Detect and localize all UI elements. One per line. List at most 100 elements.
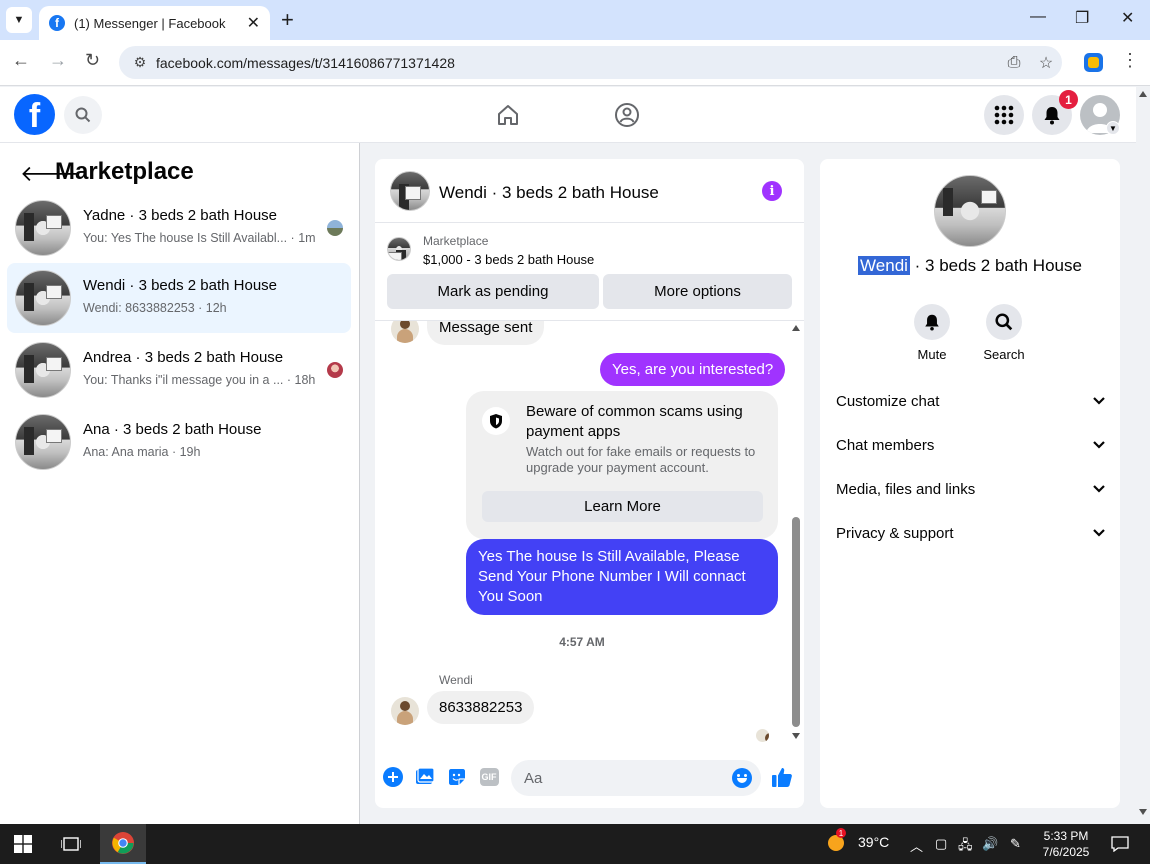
chrome-taskbar-icon[interactable] (100, 824, 146, 864)
search-icon (986, 304, 1022, 340)
volume-icon[interactable]: 🔊 (982, 836, 998, 852)
info-icon[interactable]: i (762, 181, 782, 201)
listing-avatar (15, 414, 71, 470)
more-options-button[interactable]: More options (603, 274, 792, 309)
learn-more-button[interactable]: Learn More (482, 491, 763, 522)
meet-now-icon[interactable]: ▢ (935, 836, 947, 852)
details-title-rest: · 3 beds 2 bath House (909, 256, 1082, 275)
mute-button[interactable]: Mute (902, 304, 962, 362)
menu-grid-button[interactable] (984, 95, 1024, 135)
chat-preview: Ana: Ana maria · 19h (83, 445, 201, 459)
thumbs-up-icon[interactable] (771, 766, 793, 788)
back-arrow-icon[interactable]: ← (12, 50, 30, 71)
chevron-down-icon (1093, 529, 1105, 537)
sticker-icon[interactable] (446, 766, 468, 788)
mark-as-pending-button[interactable]: Mark as pending (387, 274, 599, 309)
pen-icon[interactable]: ✎ (1010, 836, 1021, 852)
chat-item-ana[interactable]: Ana · 3 beds 2 bath House Ana: Ana maria… (7, 407, 351, 477)
seen-avatar (327, 220, 343, 236)
clock[interactable]: 5:33 PM 7/6/2025 (1037, 828, 1095, 860)
reload-icon[interactable]: ↻ (85, 50, 100, 71)
conversation-header: Wendi · 3 beds 2 bath House i (375, 159, 804, 223)
message-scrollbar[interactable] (789, 321, 804, 745)
scroll-up-icon[interactable] (1139, 91, 1147, 97)
chevron-down-icon (1093, 397, 1105, 405)
weather-widget[interactable]: 1 39°C (826, 828, 889, 851)
search-label: Search (983, 347, 1025, 362)
photo-icon[interactable] (414, 766, 436, 788)
conversation-title[interactable]: Wendi · 3 beds 2 bath House (439, 183, 659, 203)
gif-label: GIF (479, 768, 499, 786)
message-input[interactable]: Aa (511, 760, 761, 796)
minimize-window-icon[interactable]: — (1030, 8, 1046, 26)
extension-icon[interactable] (1084, 53, 1103, 72)
scroll-up-icon[interactable] (792, 325, 800, 331)
listing-avatar (15, 342, 71, 398)
privacy-support-row[interactable]: Privacy & support (836, 519, 1106, 547)
incoming-message: Message sent (427, 321, 545, 345)
listing-thumbnail[interactable] (387, 237, 411, 261)
marketplace-listing-bar: Marketplace $1,000 - 3 beds 2 bath House… (375, 223, 804, 321)
gif-icon[interactable]: GIF (478, 766, 500, 788)
chat-name: Yadne · 3 beds 2 bath House (83, 207, 278, 224)
outgoing-message: Yes The house Is Still Available, Please… (466, 539, 778, 615)
wendi-avatar (391, 321, 419, 343)
section-label: Privacy & support (836, 524, 954, 542)
groups-icon[interactable] (613, 101, 641, 129)
facebook-logo-icon[interactable]: f (14, 94, 55, 135)
clock-time: 5:33 PM (1043, 829, 1089, 843)
message-composer: GIF Aa (375, 755, 804, 799)
url-text[interactable]: facebook.com/messages/t/3141608677137142… (156, 55, 998, 71)
message-list: Message sent Yes, are you interested? Be… (375, 321, 804, 745)
account-chevron-down-icon[interactable]: ▼ (1106, 121, 1120, 135)
scrollbar-thumb[interactable] (792, 517, 800, 727)
task-view-icon[interactable] (48, 824, 94, 864)
emoji-icon[interactable] (732, 768, 752, 788)
restore-window-icon[interactable]: ❐ (1075, 8, 1089, 28)
page-scrollbar[interactable] (1136, 87, 1150, 824)
sender-name: Wendi (439, 673, 473, 687)
listing-avatar-large (934, 175, 1006, 247)
listing-avatar[interactable] (390, 171, 430, 211)
chat-name: Andrea · 3 beds 2 bath House (83, 349, 284, 366)
facebook-search-button[interactable] (64, 96, 102, 134)
chat-item-yadne[interactable]: Yadne · 3 beds 2 bath House You: Yes The… (7, 193, 351, 263)
forward-arrow-icon[interactable]: → (49, 50, 67, 71)
scam-warning-card: Beware of common scams using payment app… (466, 391, 778, 539)
home-icon[interactable] (494, 101, 522, 129)
chat-name: Ana · 3 beds 2 bath House (83, 421, 262, 438)
bell-icon (1044, 107, 1060, 125)
chat-item-wendi[interactable]: Wendi · 3 beds 2 bath House Wendi: 86338… (7, 263, 351, 333)
site-settings-icon[interactable]: ⚙ (125, 54, 155, 71)
search-in-conversation-button[interactable]: Search (974, 304, 1034, 362)
selected-name-text: Wendi (858, 256, 910, 275)
section-label: Media, files and links (836, 480, 976, 498)
chat-list-panel: 🡐 Marketplace Yadne · 3 beds 2 bath Hous… (0, 143, 360, 824)
seen-avatar (327, 362, 343, 378)
tab-search-chevron-icon[interactable]: ▼ (6, 7, 32, 33)
close-tab-icon[interactable]: ✕ (247, 13, 260, 33)
install-app-icon[interactable]: ⎙ (998, 54, 1030, 72)
message-input-placeholder: Aa (524, 769, 543, 787)
network-icon[interactable]: 🖧 (958, 836, 973, 858)
notification-center-icon[interactable] (1100, 824, 1140, 864)
media-files-links-row[interactable]: Media, files and links (836, 475, 1106, 503)
show-hidden-icons-chevron-icon[interactable]: ︿ (910, 836, 923, 855)
marketplace-label: Marketplace (423, 234, 489, 248)
address-bar[interactable]: ⚙ facebook.com/messages/t/31416086771371… (119, 46, 1062, 79)
browser-tab-messenger[interactable]: f (1) Messenger | Facebook ✕ (39, 6, 270, 40)
browser-toolbar: ← → ↻ ⚙ facebook.com/messages/t/31416086… (0, 40, 1150, 86)
browser-menu-icon[interactable]: ⋮ (1121, 50, 1139, 71)
start-windows-icon[interactable] (0, 824, 46, 864)
listing-title[interactable]: $1,000 - 3 beds 2 bath House (423, 252, 594, 267)
plus-circle-icon[interactable] (382, 766, 404, 788)
customize-chat-row[interactable]: Customize chat (836, 387, 1106, 415)
scroll-down-icon[interactable] (792, 733, 800, 739)
chat-item-andrea[interactable]: Andrea · 3 beds 2 bath House You: Thanks… (7, 335, 351, 405)
new-tab-plus-icon[interactable]: + (281, 8, 294, 32)
close-window-icon[interactable]: ✕ (1121, 8, 1134, 28)
weather-badge: 1 (836, 828, 846, 838)
scroll-down-icon[interactable] (1139, 809, 1147, 815)
bookmark-star-icon[interactable]: ☆ (1030, 53, 1062, 73)
chat-members-row[interactable]: Chat members (836, 431, 1106, 459)
